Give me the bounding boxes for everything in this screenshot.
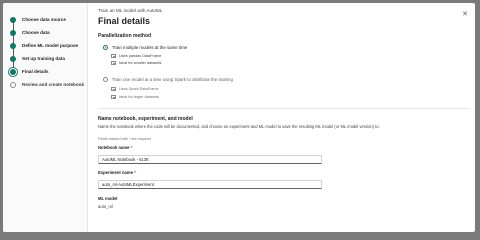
radio-train-one-spark[interactable]: Train one model at a time using Spark to… (103, 77, 233, 82)
parallelization-heading: Parallelization method (98, 33, 152, 39)
experiment-name-label: Experiment name * (98, 170, 136, 175)
radio-unchecked-icon (103, 77, 108, 82)
required-mark: * (130, 145, 133, 150)
option2-detail-dataframe: Uses Spark DataFrame (111, 87, 159, 91)
option1-detail-size: Ideal for smaller datasets (111, 61, 161, 65)
notebook-name-label: Notebook name * (98, 145, 132, 150)
step-choose-data-source[interactable]: Choose data source (10, 13, 84, 32)
detail-text: Ideal for smaller datasets (119, 61, 162, 65)
label-text: Experiment name (98, 170, 133, 175)
required-mark: * (134, 170, 136, 175)
experiment-name-input[interactable]: auto_ml-AutoMLExperiment (98, 180, 322, 189)
step-choose-data[interactable]: Choose data (10, 26, 84, 45)
step-final-details[interactable]: Final details (10, 65, 84, 78)
notebook-name-input[interactable]: AutoML Notebook - 5136 (98, 155, 322, 164)
step-label: Define ML model purpose (22, 43, 79, 48)
option2-detail-size: Ideal for larger datasets (111, 95, 159, 99)
step-set-up-training-data[interactable]: Set up training data (10, 52, 84, 71)
radio-train-multiple[interactable]: Train multiple models at the same time (103, 45, 187, 50)
page-title: Final details (98, 16, 151, 26)
label-text: Notebook name (98, 145, 130, 150)
step-review-and-create-notebook[interactable]: Review and create notebook (10, 78, 84, 91)
radio-label: Train one model at a time using Spark to… (112, 77, 233, 82)
step-complete-icon (10, 29, 16, 36)
required-hint: Fields marked with * are required (98, 137, 151, 141)
radio-label: Train multiple models at the same time (112, 45, 188, 50)
main-panel: ✕ Train an ML model with AutoML Final de… (89, 3, 475, 232)
option1-detail-dataframe: Uses pandas DataFrame (111, 54, 161, 58)
step-define-ml-model-purpose[interactable]: Define ML model purpose (10, 39, 84, 58)
dataset-icon (111, 61, 116, 65)
step-complete-icon (10, 42, 16, 49)
step-complete-icon (10, 55, 16, 62)
automl-dialog: Choose data source Choose data Define ML… (3, 3, 475, 232)
naming-heading: Name notebook, experiment, and model (98, 116, 193, 122)
table-icon (111, 87, 116, 91)
ml-model-label: ML model (98, 196, 118, 201)
table-icon (111, 54, 116, 58)
dataset-icon (111, 95, 116, 99)
step-label: Final details (22, 69, 49, 74)
step-complete-icon (10, 16, 16, 23)
step-label: Review and create notebook (22, 82, 85, 87)
naming-description: Name the notebook where the code will be… (98, 124, 380, 129)
detail-text: Uses pandas DataFrame (119, 54, 162, 58)
step-label: Choose data (22, 30, 50, 35)
step-label: Set up training data (22, 56, 65, 61)
wizard-sidebar: Choose data source Choose data Define ML… (3, 3, 88, 232)
step-label: Choose data source (22, 17, 66, 22)
dialog-subtitle: Train an ML model with AutoML (98, 8, 163, 13)
ml-model-value: auto_ml (98, 204, 113, 209)
step-pending-icon (10, 81, 16, 88)
wizard-steps: Choose data source Choose data Define ML… (10, 13, 84, 91)
detail-text: Uses Spark DataFrame (119, 87, 159, 91)
radio-checked-icon (103, 45, 108, 50)
section-divider (98, 108, 470, 109)
detail-text: Ideal for larger datasets (119, 95, 159, 99)
step-current-icon (10, 68, 16, 75)
close-icon[interactable]: ✕ (462, 11, 468, 18)
